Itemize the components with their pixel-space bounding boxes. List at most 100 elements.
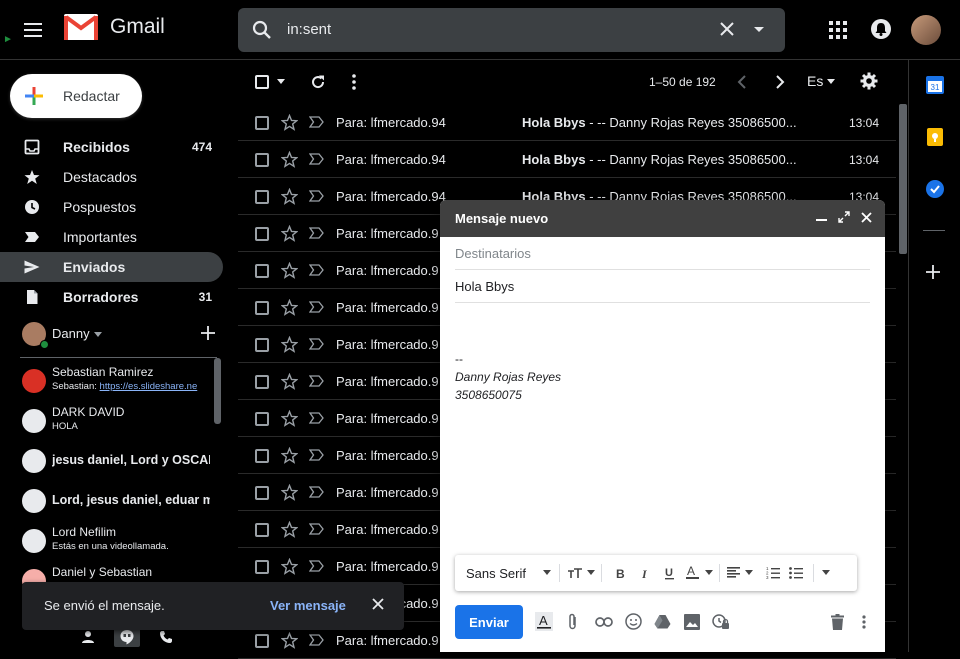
contacts-icon[interactable] bbox=[78, 627, 98, 647]
star-outline-icon[interactable] bbox=[281, 632, 298, 649]
recipients-field[interactable]: Destinatarios bbox=[455, 237, 870, 270]
star-outline-icon[interactable] bbox=[281, 558, 298, 575]
star-outline-icon[interactable] bbox=[281, 410, 298, 427]
new-chat-plus-icon[interactable] bbox=[201, 326, 215, 340]
star-outline-icon[interactable] bbox=[281, 336, 298, 353]
nav-item-recibidos[interactable]: Recibidos 474 bbox=[0, 132, 223, 162]
hangouts-icon[interactable] bbox=[114, 627, 140, 647]
chevron-down-icon[interactable] bbox=[705, 570, 713, 575]
notifications-icon[interactable] bbox=[870, 18, 892, 40]
nav-item-enviados[interactable]: Enviados bbox=[0, 252, 223, 282]
text-size-icon[interactable] bbox=[567, 567, 583, 579]
important-marker-icon[interactable] bbox=[309, 338, 324, 350]
refresh-icon[interactable] bbox=[310, 74, 326, 90]
tasks-icon[interactable] bbox=[926, 180, 944, 198]
more-formatting-chevron-icon[interactable] bbox=[822, 570, 830, 575]
insert-photo-icon[interactable] bbox=[684, 614, 700, 630]
row-checkbox[interactable] bbox=[255, 486, 269, 500]
keep-icon[interactable] bbox=[926, 128, 944, 146]
row-checkbox[interactable] bbox=[255, 634, 269, 648]
apps-grid-icon[interactable] bbox=[829, 21, 847, 39]
emoji-icon[interactable] bbox=[625, 613, 642, 630]
numbered-list-icon[interactable]: 123 bbox=[766, 566, 780, 579]
star-outline-icon[interactable] bbox=[281, 521, 298, 538]
send-button[interactable]: Enviar bbox=[455, 605, 523, 639]
insert-link-icon[interactable] bbox=[595, 617, 613, 627]
email-row[interactable]: Para: lfmercado.94 Hola Bbys - -- Danny R… bbox=[238, 104, 896, 141]
nav-item-destacados[interactable]: Destacados bbox=[0, 162, 223, 192]
chevron-down-icon[interactable] bbox=[94, 332, 102, 337]
add-addon-plus-icon[interactable] bbox=[926, 265, 940, 279]
formatting-options-icon[interactable]: A bbox=[535, 612, 553, 631]
important-marker-icon[interactable] bbox=[309, 301, 324, 313]
select-all-checkbox[interactable] bbox=[255, 75, 269, 89]
minimize-icon[interactable] bbox=[816, 218, 827, 222]
important-marker-icon[interactable] bbox=[309, 153, 324, 165]
important-marker-icon[interactable] bbox=[309, 523, 324, 535]
attach-file-icon[interactable] bbox=[568, 613, 578, 631]
compose-body[interactable]: -- Danny Rojas Reyes 3508650075 bbox=[455, 350, 561, 404]
chevron-down-icon[interactable] bbox=[745, 570, 753, 575]
account-avatar[interactable] bbox=[911, 15, 941, 45]
important-marker-icon[interactable] bbox=[309, 227, 324, 239]
nav-item-pospuestos[interactable]: Pospuestos bbox=[0, 192, 223, 222]
compose-button[interactable]: Redactar bbox=[10, 74, 142, 118]
more-vert-icon[interactable] bbox=[352, 74, 356, 90]
row-checkbox[interactable] bbox=[255, 227, 269, 241]
chat-scrollbar[interactable] bbox=[214, 358, 221, 424]
bold-icon[interactable]: B bbox=[616, 567, 625, 579]
clear-search-icon[interactable] bbox=[718, 20, 736, 38]
star-outline-icon[interactable] bbox=[281, 373, 298, 390]
phone-icon[interactable] bbox=[156, 627, 176, 647]
row-checkbox[interactable] bbox=[255, 190, 269, 204]
status-link[interactable]: https://es.slideshare.ne bbox=[100, 381, 198, 392]
gear-icon[interactable] bbox=[860, 72, 878, 90]
compose-header[interactable]: Mensaje nuevo bbox=[440, 200, 885, 237]
bulleted-list-icon[interactable] bbox=[789, 566, 803, 579]
row-checkbox[interactable] bbox=[255, 523, 269, 537]
star-outline-icon[interactable] bbox=[281, 447, 298, 464]
row-checkbox[interactable] bbox=[255, 301, 269, 315]
italic-icon[interactable]: I bbox=[642, 567, 650, 579]
important-marker-icon[interactable] bbox=[309, 116, 324, 128]
more-options-icon[interactable] bbox=[862, 615, 866, 629]
nav-item-borradores[interactable]: Borradores 31 bbox=[0, 282, 223, 312]
chat-self-status[interactable]: Danny bbox=[22, 322, 217, 349]
trash-icon[interactable] bbox=[831, 614, 844, 630]
star-outline-icon[interactable] bbox=[281, 484, 298, 501]
chat-contact[interactable]: Lord Nefilim Estás en una videollamada. bbox=[20, 522, 210, 562]
search-input[interactable]: in:sent bbox=[287, 21, 331, 38]
subject-field[interactable]: Hola Bbys bbox=[455, 270, 870, 303]
row-checkbox[interactable] bbox=[255, 116, 269, 130]
view-message-link[interactable]: Ver mensaje bbox=[270, 598, 346, 613]
nav-item-importantes[interactable]: Importantes bbox=[0, 222, 223, 252]
chevron-down-icon[interactable] bbox=[827, 79, 835, 84]
important-marker-icon[interactable] bbox=[309, 375, 324, 387]
row-checkbox[interactable] bbox=[255, 375, 269, 389]
email-row[interactable]: Para: lfmercado.94 Hola Bbys - -- Danny R… bbox=[238, 141, 896, 178]
important-marker-icon[interactable] bbox=[309, 190, 324, 202]
row-checkbox[interactable] bbox=[255, 412, 269, 426]
main-menu-icon[interactable] bbox=[20, 18, 46, 42]
important-marker-icon[interactable] bbox=[309, 449, 324, 461]
row-checkbox[interactable] bbox=[255, 560, 269, 574]
search-options-icon[interactable] bbox=[752, 22, 766, 36]
important-marker-icon[interactable] bbox=[309, 264, 324, 276]
chat-contact[interactable]: jesus daniel, Lord y OSCAR bbox=[20, 442, 210, 482]
calendar-icon[interactable]: 31 bbox=[926, 76, 944, 94]
close-icon[interactable] bbox=[372, 598, 384, 610]
align-icon[interactable] bbox=[727, 567, 740, 578]
close-icon[interactable] bbox=[861, 212, 872, 223]
chevron-down-icon[interactable] bbox=[543, 570, 551, 575]
important-marker-icon[interactable] bbox=[309, 412, 324, 424]
chat-contact[interactable]: Lord, jesus daniel, eduar m bbox=[20, 482, 210, 522]
gmail-logo[interactable]: Gmail bbox=[64, 14, 165, 40]
mail-list-scrollbar[interactable] bbox=[899, 104, 907, 254]
drive-icon[interactable] bbox=[654, 614, 671, 629]
confidential-mode-icon[interactable] bbox=[712, 613, 730, 631]
chevron-left-icon[interactable] bbox=[737, 75, 747, 89]
star-outline-icon[interactable] bbox=[281, 299, 298, 316]
star-outline-icon[interactable] bbox=[281, 188, 298, 205]
important-marker-icon[interactable] bbox=[309, 634, 324, 646]
star-outline-icon[interactable] bbox=[281, 151, 298, 168]
